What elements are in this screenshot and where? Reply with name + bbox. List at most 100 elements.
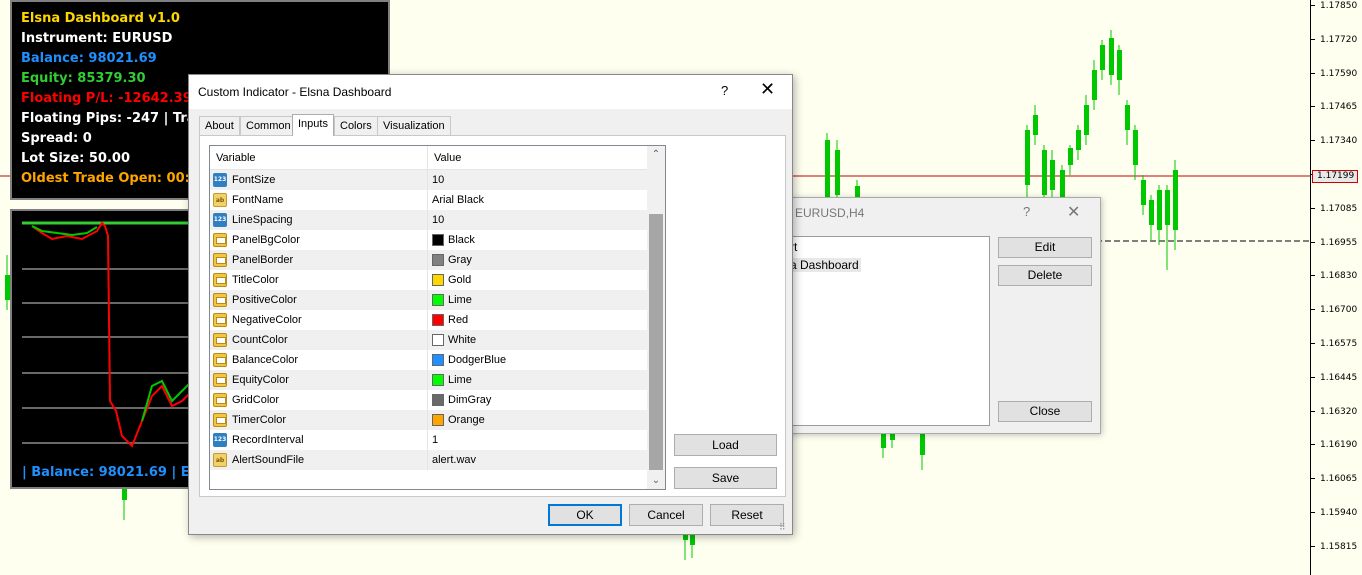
ok-button[interactable]: OK: [548, 504, 622, 526]
custom-indicator-dialog: Custom Indicator - Elsna Dashboard ? ✕ A…: [188, 74, 793, 535]
color-swatch[interactable]: [432, 414, 444, 426]
variable-value[interactable]: Black: [448, 230, 475, 250]
string-type-icon: ab: [213, 453, 227, 467]
current-price-label: 1.17199: [1312, 170, 1358, 183]
price-tick-label: 1.16700: [1320, 305, 1358, 316]
tab-visualization[interactable]: Visualization: [377, 116, 451, 136]
cell-divider: [427, 390, 428, 410]
color-swatch[interactable]: [432, 394, 444, 406]
input-row[interactable]: PanelBgColor Black: [210, 230, 647, 250]
price-tick: 1.16700: [1311, 304, 1362, 316]
variable-value[interactable]: DodgerBlue: [448, 350, 506, 370]
tick-mark: [1311, 72, 1315, 74]
close-icon[interactable]: ✕: [1067, 202, 1080, 222]
input-row[interactable]: TimerColor Orange: [210, 410, 647, 430]
price-tick-label: 1.17465: [1320, 102, 1358, 113]
variable-value[interactable]: Lime: [448, 290, 472, 310]
input-row[interactable]: 123 FontSize 10: [210, 170, 647, 190]
input-row[interactable]: PositiveColor Lime: [210, 290, 647, 310]
scroll-down-icon[interactable]: ⌄: [647, 472, 665, 489]
variable-value[interactable]: alert.wav: [432, 450, 476, 470]
price-tick-label: 1.17720: [1320, 34, 1358, 45]
close-button[interactable]: Close: [998, 401, 1092, 422]
delete-button[interactable]: Delete: [998, 265, 1092, 286]
column-header-variable[interactable]: Variable: [210, 146, 256, 170]
dashboard-line: Balance: 98021.69: [21, 51, 157, 66]
input-row[interactable]: PanelBorder Gray: [210, 250, 647, 270]
variable-value[interactable]: Arial Black: [432, 190, 484, 210]
close-icon[interactable]: ✕: [760, 79, 775, 100]
variable-value[interactable]: 10: [432, 210, 444, 230]
column-header-value[interactable]: Value: [428, 146, 461, 170]
tab-about[interactable]: About: [199, 116, 240, 136]
indicator-list[interactable]: rt a Dashboard: [783, 236, 990, 426]
variable-value[interactable]: Gray: [448, 250, 472, 270]
variable-value[interactable]: White: [448, 330, 476, 350]
color-swatch[interactable]: [432, 294, 444, 306]
tab-common[interactable]: Common: [240, 116, 297, 136]
price-tick: 1.16830: [1311, 270, 1362, 282]
input-row[interactable]: EquityColor Lime: [210, 370, 647, 390]
variable-value[interactable]: Gold: [448, 270, 471, 290]
tick-mark: [1311, 376, 1315, 378]
tab-inputs[interactable]: Inputs: [292, 114, 334, 136]
input-row[interactable]: TitleColor Gold: [210, 270, 647, 290]
input-row[interactable]: ab FontName Arial Black: [210, 190, 647, 210]
edit-button[interactable]: Edit: [998, 237, 1092, 258]
color-type-icon: [213, 413, 227, 427]
color-swatch[interactable]: [432, 354, 444, 366]
title-bar[interactable]: Custom Indicator - Elsna Dashboard ? ✕: [189, 75, 792, 109]
variable-value[interactable]: DimGray: [448, 390, 491, 410]
input-row[interactable]: 123 LineSpacing 10: [210, 210, 647, 230]
number-type-icon: 123: [213, 213, 227, 227]
price-tick-label: 1.16445: [1320, 372, 1358, 383]
color-swatch[interactable]: [432, 314, 444, 326]
color-swatch[interactable]: [432, 254, 444, 266]
tick-mark: [1311, 140, 1315, 142]
save-button[interactable]: Save: [674, 467, 777, 489]
color-swatch[interactable]: [432, 334, 444, 346]
input-row[interactable]: CountColor White: [210, 330, 647, 350]
candle-body: [1157, 190, 1162, 230]
scroll-up-icon[interactable]: ⌃: [647, 146, 665, 163]
input-row[interactable]: ab AlertSoundFile alert.wav: [210, 450, 647, 470]
input-row[interactable]: GridColor DimGray: [210, 390, 647, 410]
price-tick-label: 1.17085: [1320, 203, 1358, 214]
variable-value[interactable]: Red: [448, 310, 468, 330]
resize-grip-icon[interactable]: ⠿: [779, 522, 786, 533]
cell-divider: [427, 250, 428, 270]
inputs-grid[interactable]: Variable Value 123 FontSize 10 ab FontName Ar…: [209, 145, 666, 490]
cell-divider: [427, 330, 428, 350]
variable-name: TimerColor: [232, 414, 286, 426]
color-swatch[interactable]: [432, 374, 444, 386]
variable-name: EquityColor: [232, 374, 289, 386]
variable-name: PanelBorder: [232, 254, 294, 266]
tick-mark: [1311, 410, 1315, 412]
input-row[interactable]: BalanceColor DodgerBlue: [210, 350, 647, 370]
cancel-button[interactable]: Cancel: [629, 504, 703, 526]
vertical-scrollbar[interactable]: ⌃ ⌄: [647, 146, 665, 489]
color-swatch[interactable]: [432, 274, 444, 286]
input-row[interactable]: NegativeColor Red: [210, 310, 647, 330]
variable-value[interactable]: Lime: [448, 370, 472, 390]
candle-body: [1109, 38, 1114, 75]
tick-mark: [1311, 275, 1315, 277]
price-tick-label: 1.17340: [1320, 136, 1358, 147]
price-tick: 1.15815: [1311, 541, 1362, 553]
scroll-thumb[interactable]: [649, 214, 663, 470]
variable-value[interactable]: 1: [432, 430, 438, 450]
list-item[interactable]: a Dashboard: [788, 258, 861, 272]
help-button[interactable]: ?: [721, 83, 728, 98]
color-swatch[interactable]: [432, 234, 444, 246]
price-tick: 1.17850: [1311, 0, 1362, 12]
candle-body: [1149, 200, 1154, 225]
reset-button[interactable]: Reset: [710, 504, 784, 526]
help-button[interactable]: ?: [1023, 204, 1030, 219]
tab-colors[interactable]: Colors: [334, 116, 378, 136]
tick-mark: [1311, 444, 1315, 446]
input-row[interactable]: 123 RecordInterval 1: [210, 430, 647, 450]
variable-value[interactable]: 10: [432, 170, 444, 190]
variable-value[interactable]: Orange: [448, 410, 485, 430]
load-button[interactable]: Load: [674, 434, 777, 456]
tick-mark: [1311, 343, 1315, 344]
